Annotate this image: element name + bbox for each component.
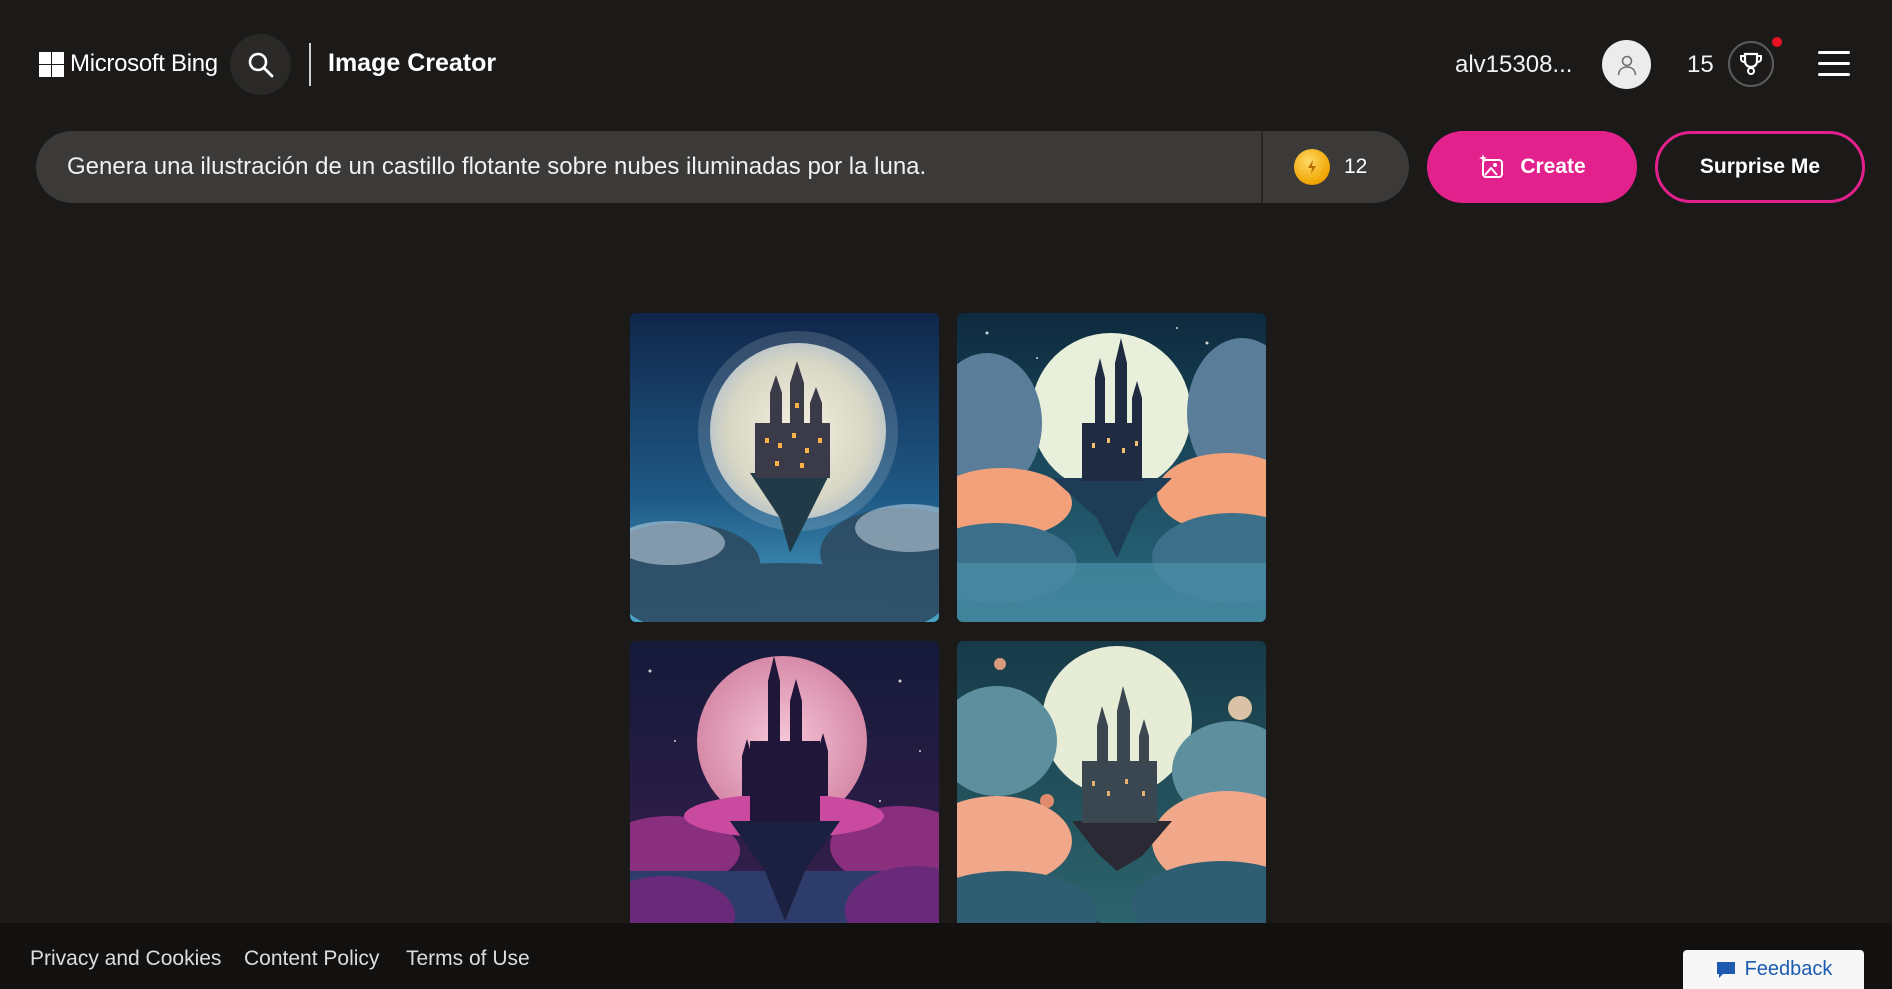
create-button[interactable]: Create: [1427, 131, 1637, 203]
feedback-label: Feedback: [1744, 958, 1833, 980]
header: Microsoft Bing Image Creator alv15308...…: [0, 0, 1892, 128]
prompt-input[interactable]: [36, 131, 1261, 203]
username[interactable]: alv15308...: [1455, 51, 1572, 79]
rewards-button[interactable]: [1728, 41, 1774, 87]
surprise-label: Surprise Me: [1699, 155, 1821, 178]
trophy-icon: [1740, 52, 1762, 75]
feedback-icon: [1716, 961, 1735, 978]
prompt-bar: 12: [36, 131, 1409, 203]
castle-image-4[interactable]: [957, 641, 1266, 950]
castle-image-3[interactable]: [630, 641, 939, 950]
boosts-indicator[interactable]: 12: [1263, 131, 1409, 203]
footer: Privacy and Cookies Content Policy Terms…: [0, 923, 1892, 989]
castle-image-2[interactable]: [957, 313, 1266, 622]
create-label: Create: [1520, 155, 1586, 178]
avatar[interactable]: [1602, 40, 1651, 89]
surprise-me-button[interactable]: Surprise Me: [1655, 131, 1865, 203]
boosts-count: 12: [1344, 155, 1368, 178]
brand-name: Microsoft Bing: [70, 50, 218, 77]
search-icon: [248, 52, 273, 77]
image-sparkle-icon: [1479, 154, 1504, 178]
feedback-button[interactable]: Feedback: [1683, 950, 1864, 989]
microsoft-logo-icon: [39, 51, 64, 77]
menu-icon[interactable]: [1818, 51, 1850, 76]
search-button[interactable]: [230, 34, 291, 95]
coin-icon: [1294, 149, 1330, 185]
image-grid: [630, 313, 1266, 950]
header-divider: [309, 43, 311, 86]
page-title: Image Creator: [328, 49, 497, 77]
rewards-points[interactable]: 15: [1687, 51, 1714, 79]
microsoft-bing-logo[interactable]: Microsoft Bing: [39, 49, 218, 79]
privacy-link[interactable]: Privacy and Cookies: [30, 947, 221, 971]
castle-image-1[interactable]: [630, 313, 939, 622]
notification-dot: [1772, 37, 1782, 47]
terms-link[interactable]: Terms of Use: [406, 947, 530, 971]
user-icon: [1617, 55, 1636, 75]
content-policy-link[interactable]: Content Policy: [244, 947, 379, 971]
